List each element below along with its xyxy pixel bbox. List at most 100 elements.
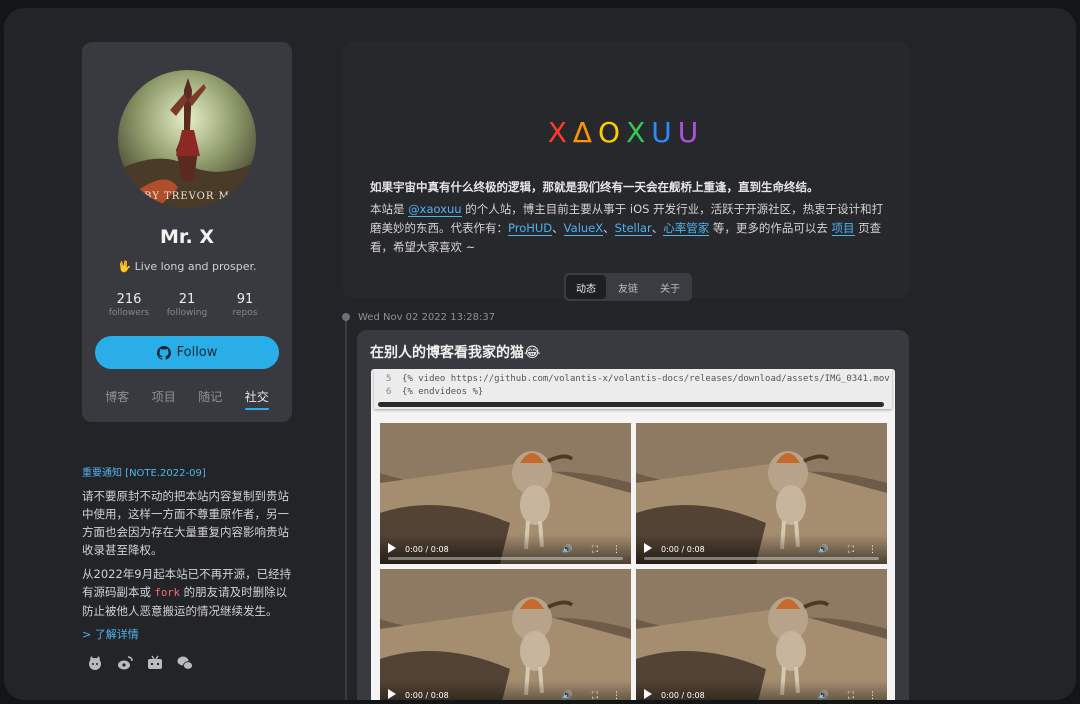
separator: 、: [603, 221, 615, 235]
site-header: XΔOXUU 如果宇宙中真有什么终极的逻辑，那就是我们终有一天会在舰桥上重逢，直…: [342, 42, 910, 301]
notice-title: 重要通知 [NOTE.2022-09]: [82, 468, 206, 479]
logo-letter: Δ: [572, 116, 599, 149]
video-time: 0:00 / 0:08: [661, 691, 705, 700]
code-text: {% endvideos %}: [402, 387, 484, 397]
work-link-heartrate[interactable]: 心率管家: [663, 221, 710, 236]
notice-paragraph: 请不要原封不动的把本站内容复制到贵站中使用，这样一方面不尊重原作者，另一方面也会…: [82, 489, 289, 557]
site-tagline: 如果宇宙中真有什么终极的逻辑，那就是我们终有一天会在舰桥上重逢，直到生命终结。: [370, 180, 819, 194]
nav-blog[interactable]: 博客: [105, 388, 129, 410]
logo-letter: X: [626, 116, 652, 149]
app-window: BY TREVOR M Mr. X 🖖 Live long and prospe…: [4, 8, 1076, 700]
video-player[interactable]: 0:00 / 0:08 🔊 ⛶ ⋮: [636, 569, 887, 700]
video-player[interactable]: 0:00 / 0:08 🔊 ⛶ ⋮: [636, 423, 887, 564]
more-icon[interactable]: ⋮: [868, 545, 877, 555]
profile-bio: 🖖 Live long and prosper.: [117, 260, 257, 273]
stat-repos[interactable]: 91 repos: [216, 292, 274, 318]
intro-text: 本站是: [370, 202, 409, 216]
stat-following[interactable]: 21 following: [158, 292, 216, 318]
post-title: 在别人的博客看我家的猫😂: [370, 345, 541, 361]
site-intro: 本站是 @xaoxuu 的个人站，博主目前主要从事于 iOS 开发行业，活跃于开…: [370, 200, 892, 257]
github-icon[interactable]: [86, 654, 104, 672]
weibo-icon[interactable]: [116, 654, 134, 672]
logo-letter: O: [598, 116, 627, 149]
line-number: 5: [386, 374, 392, 384]
video-progress[interactable]: [644, 557, 879, 560]
post-date: Wed Nov 02 2022 13:28:37: [358, 312, 496, 323]
tab-about[interactable]: 关于: [650, 275, 690, 299]
more-icon[interactable]: ⋮: [612, 691, 621, 700]
social-links: [86, 654, 194, 672]
timeline-dot: [342, 313, 350, 321]
video-player[interactable]: 0:00 / 0:08 🔊 ⛶ ⋮: [380, 423, 631, 564]
fullscreen-icon[interactable]: ⛶: [592, 545, 598, 555]
volume-icon[interactable]: 🔊: [818, 545, 829, 555]
projects-link[interactable]: 项目: [831, 221, 855, 236]
play-icon[interactable]: [388, 689, 396, 699]
header-tabs: 动态 友链 关于: [564, 273, 692, 301]
code-block: 5 {% video https://github.com/volantis-x/…: [374, 369, 892, 409]
stat-value: 91: [236, 292, 254, 307]
logo-letter: X: [547, 116, 573, 149]
volume-icon[interactable]: 🔊: [562, 691, 573, 700]
more-icon[interactable]: ⋮: [612, 545, 621, 555]
site-logo[interactable]: XΔOXUU: [342, 116, 910, 149]
volume-icon[interactable]: 🔊: [562, 545, 573, 555]
line-number: 6: [386, 387, 392, 397]
profile-stats: 216 followers 21 following 91 repos: [100, 292, 274, 318]
nav-projects[interactable]: 项目: [152, 388, 176, 410]
video-progress[interactable]: [388, 557, 623, 560]
stat-label: followers: [108, 308, 150, 318]
work-link-stellar[interactable]: Stellar: [614, 221, 652, 236]
profile-name: Mr. X: [159, 226, 215, 248]
logo-letter: U: [651, 116, 678, 149]
code-line: 5 {% video https://github.com/volantis-x/…: [374, 373, 892, 386]
video-controls: 0:00 / 0:08 🔊 ⛶ ⋮: [380, 680, 631, 700]
notice-more-link[interactable]: > 了解详情: [82, 626, 297, 642]
avatar-image: [118, 70, 256, 208]
nav-notes[interactable]: 随记: [198, 388, 222, 410]
avatar-caption: BY TREVOR M: [144, 191, 230, 202]
profile-nav: 博客 项目 随记 社交: [94, 388, 280, 410]
post-card: 在别人的博客看我家的猫😂 5 {% video https://github.co…: [357, 330, 909, 700]
separator: 、: [552, 221, 564, 235]
stat-label: following: [166, 308, 208, 318]
wechat-icon[interactable]: [176, 654, 194, 672]
follow-button[interactable]: Follow: [95, 336, 279, 369]
tab-moments[interactable]: 动态: [566, 275, 606, 299]
work-link-prohud[interactable]: ProHUD: [508, 221, 553, 236]
fork-code: fork: [154, 587, 180, 599]
fullscreen-icon[interactable]: ⛶: [848, 691, 854, 700]
nav-social[interactable]: 社交: [244, 388, 269, 410]
intro-text: 等，更多的作品可以去: [709, 221, 832, 235]
video-time: 0:00 / 0:08: [661, 545, 705, 554]
video-time: 0:00 / 0:08: [405, 545, 449, 554]
code-text: {% video https://github.com/volantis-x/v…: [402, 374, 892, 384]
play-icon[interactable]: [388, 543, 396, 553]
play-icon[interactable]: [644, 543, 652, 553]
notice-widget: 重要通知 [NOTE.2022-09] 请不要原封不动的把本站内容复制到贵站中使…: [82, 464, 297, 642]
bilibili-icon[interactable]: [146, 654, 164, 672]
notice-paragraph: 从2022年9月起本站已不再开源，已经持有源码副本或 fork 的朋友请及时删除…: [82, 565, 297, 620]
fullscreen-icon[interactable]: ⛶: [848, 545, 854, 555]
stat-value: 21: [178, 292, 196, 307]
code-scrollbar[interactable]: [378, 402, 884, 407]
fullscreen-icon[interactable]: ⛶: [592, 691, 598, 700]
avatar[interactable]: BY TREVOR M: [118, 70, 256, 208]
video-controls: 0:00 / 0:08 🔊 ⛶ ⋮: [636, 534, 887, 564]
stat-value: 216: [116, 292, 142, 307]
video-time: 0:00 / 0:08: [405, 691, 449, 700]
stat-followers[interactable]: 216 followers: [100, 292, 158, 318]
video-controls: 0:00 / 0:08 🔊 ⛶ ⋮: [380, 534, 631, 564]
more-icon[interactable]: ⋮: [868, 691, 877, 700]
logo-letter: U: [677, 116, 705, 149]
video-controls: 0:00 / 0:08 🔊 ⛶ ⋮: [636, 680, 887, 700]
code-line: 6 {% endvideos %}: [374, 386, 892, 399]
handle-link[interactable]: @xaoxuu: [408, 202, 462, 217]
work-link-valuex[interactable]: ValueX: [563, 221, 604, 236]
stat-label: repos: [232, 308, 258, 318]
video-player[interactable]: 0:00 / 0:08 🔊 ⛶ ⋮: [380, 569, 631, 700]
follow-label: Follow: [176, 345, 218, 360]
volume-icon[interactable]: 🔊: [818, 691, 829, 700]
tab-friends[interactable]: 友链: [608, 275, 648, 299]
play-icon[interactable]: [644, 689, 652, 699]
